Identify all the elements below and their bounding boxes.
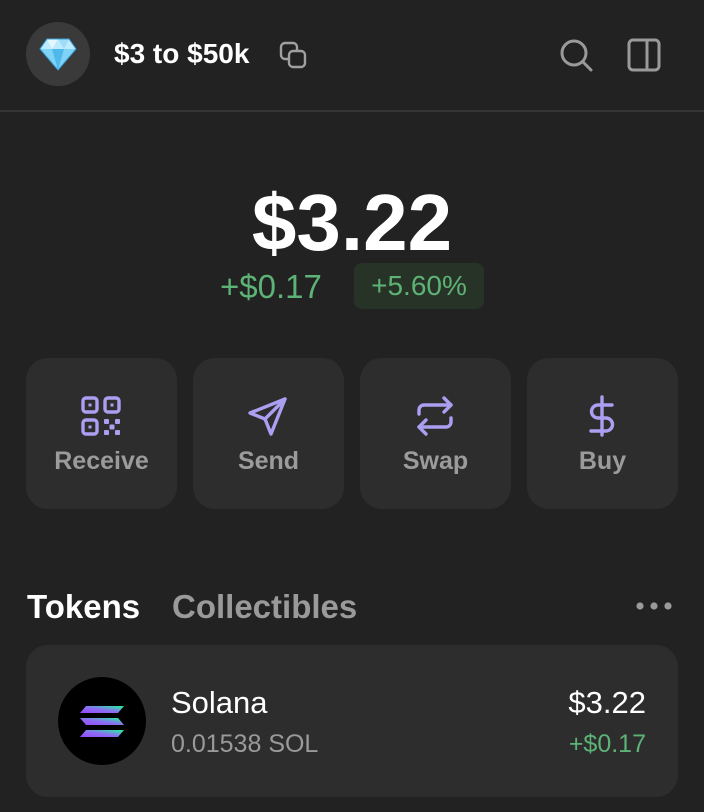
- balance-change-amount: +$0.17: [220, 268, 322, 305]
- account-avatar[interactable]: [26, 22, 90, 86]
- copy-address-button[interactable]: [278, 40, 308, 70]
- swap-icon: [417, 396, 453, 436]
- search-button[interactable]: [556, 35, 596, 75]
- qr-code-icon: [81, 396, 121, 436]
- more-horizontal-icon: [636, 602, 672, 610]
- send-icon: [248, 397, 287, 436]
- receive-button[interactable]: Receive: [26, 358, 177, 509]
- total-balance: $3.22: [251, 178, 453, 267]
- swap-button[interactable]: Swap: [360, 358, 511, 509]
- copy-icon: [279, 41, 307, 69]
- token-amount: 0.01538 SOL: [171, 730, 319, 758]
- balance-change-percent-badge: +5.60%: [354, 263, 484, 309]
- token-value: $3.22: [568, 685, 646, 720]
- wallet-app: $3 to $50k $3.22 +$0.17 +5.60% Receive S…: [0, 0, 704, 812]
- more-options-button[interactable]: [632, 592, 676, 620]
- tab-tokens[interactable]: Tokens: [27, 586, 140, 628]
- buy-button[interactable]: Buy: [527, 358, 678, 509]
- sidebar-toggle-button[interactable]: [624, 35, 664, 75]
- header: $3 to $50k: [0, 0, 704, 112]
- buy-button-label: Buy: [578, 447, 627, 475]
- token-row-solana[interactable]: Solana 0.01538 SOL $3.22 +$0.17: [26, 645, 678, 797]
- send-button-label: Send: [237, 447, 300, 475]
- token-name: Solana: [171, 685, 268, 720]
- sidebar-panel-icon: [627, 38, 661, 72]
- send-button[interactable]: Send: [193, 358, 344, 509]
- swap-button-label: Swap: [402, 447, 469, 475]
- gem-icon: [39, 38, 77, 71]
- token-change: +$0.17: [568, 730, 646, 758]
- solana-logo-icon: [80, 706, 124, 737]
- token-logo: [58, 677, 146, 765]
- dollar-icon: [589, 395, 615, 437]
- search-icon: [560, 39, 593, 72]
- receive-button-label: Receive: [54, 447, 149, 475]
- account-name[interactable]: $3 to $50k: [114, 36, 249, 72]
- tab-collectibles[interactable]: Collectibles: [172, 586, 357, 628]
